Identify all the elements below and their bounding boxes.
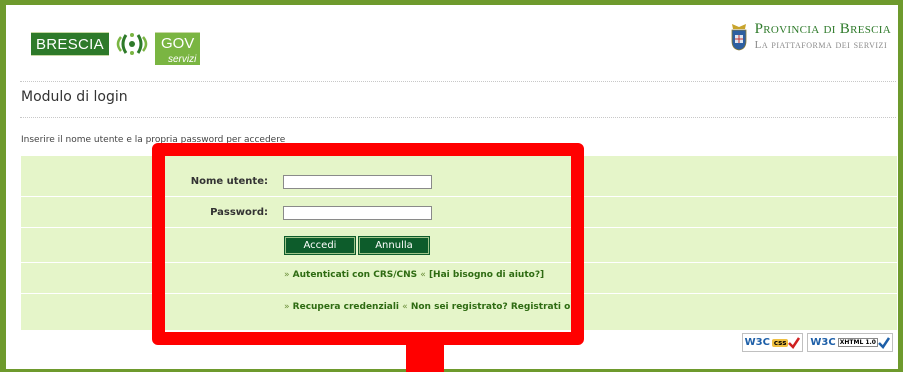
provincia-title: Provincia di Brescia	[754, 21, 891, 37]
xhtml-text: XHTML 1.0	[837, 338, 878, 347]
brescia-gov-logo[interactable]: BRESCIA GOV servizi	[31, 29, 201, 65]
help-link[interactable]: [Hai bisogno di aiuto?]	[429, 270, 544, 280]
username-label: Nome utente:	[190, 176, 268, 187]
checkmark-icon	[788, 336, 801, 349]
link-suffix: «	[420, 270, 426, 280]
link-suffix: «	[402, 302, 408, 312]
provincia-crest-icon	[731, 24, 747, 51]
crs-link-row: » Autenticati con CRS/CNS « [Hai bisogno…	[284, 270, 544, 280]
checkmark-icon	[878, 336, 890, 349]
row-divider	[21, 262, 897, 263]
logo-gov-text: GOV	[154, 32, 201, 54]
cancel-button[interactable]: Annulla	[358, 236, 430, 255]
w3c-css-badge[interactable]: W3C css	[741, 333, 804, 352]
annotation-highlight-stem	[406, 345, 444, 372]
w3c-text: W3C	[810, 337, 836, 348]
validation-badges: W3C css W3C XHTML 1.0	[741, 333, 893, 352]
login-button[interactable]: Accedi	[284, 236, 356, 255]
provincia-subtitle: La piattaforma dei servizi	[754, 39, 888, 51]
row-divider	[21, 196, 897, 197]
divider	[20, 117, 896, 118]
recover-credentials-link[interactable]: Recupera credenziali	[293, 302, 399, 312]
row-divider	[21, 227, 897, 228]
password-label: Password:	[210, 207, 268, 218]
logo-servizi-text: servizi	[154, 54, 201, 65]
link-prefix: »	[284, 302, 290, 312]
page-title: Modulo di login	[21, 89, 128, 105]
divider	[20, 81, 896, 82]
intro-text: Inserire il nome utente e la propria pas…	[21, 135, 286, 145]
username-input[interactable]	[283, 175, 432, 189]
password-input[interactable]	[283, 206, 432, 220]
logo-mark-icon	[116, 33, 148, 55]
login-form-panel: Nome utente: Password: Accedi Annulla » …	[21, 156, 897, 330]
register-link[interactable]: Non sei registrato? Registrati ora	[411, 302, 581, 312]
w3c-text: W3C	[744, 337, 770, 348]
recover-link-row: » Recupera credenziali « Non sei registr…	[284, 302, 581, 312]
logo-brescia-text: BRESCIA	[31, 32, 109, 56]
css-text: css	[771, 338, 789, 347]
provincia-logo[interactable]: Provincia di Brescia La piattaforma dei …	[730, 21, 891, 51]
crs-cns-login-link[interactable]: Autenticati con CRS/CNS	[293, 270, 417, 280]
header: BRESCIA GOV servizi Provincia di Brescia…	[6, 5, 898, 80]
w3c-xhtml-badge[interactable]: W3C XHTML 1.0	[807, 333, 893, 352]
row-divider	[21, 293, 897, 294]
link-prefix: »	[284, 270, 290, 280]
